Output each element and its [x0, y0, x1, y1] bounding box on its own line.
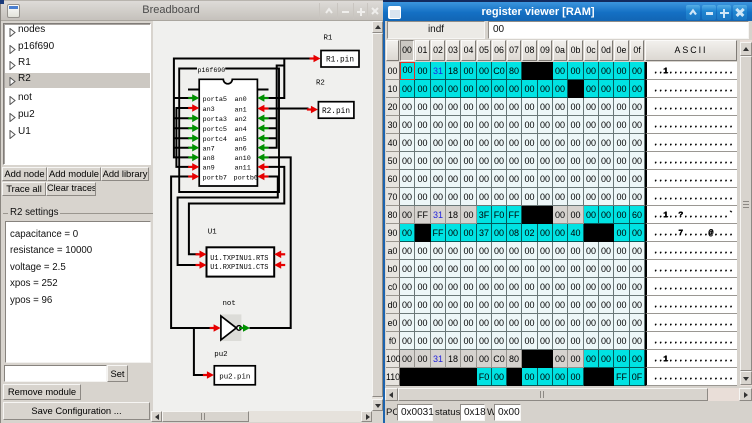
svg-text:U1: U1	[208, 229, 217, 237]
svg-text:an7: an7	[203, 146, 215, 154]
svg-text:an2: an2	[235, 116, 247, 124]
svg-text:R1.pin: R1.pin	[326, 57, 354, 65]
svg-text:porta5: porta5	[203, 96, 227, 104]
svg-text:R1: R1	[324, 34, 333, 42]
svg-text:an4: an4	[235, 126, 247, 134]
svg-text:U1.RTS: U1.RTS	[244, 255, 269, 263]
svg-text:U1.TXPIN: U1.TXPIN	[210, 255, 243, 263]
svg-text:an0: an0	[235, 96, 247, 104]
svg-text:an10: an10	[235, 155, 251, 163]
svg-text:an6: an6	[235, 146, 247, 154]
svg-text:R2: R2	[316, 80, 325, 88]
svg-text:R2.pin: R2.pin	[322, 108, 350, 116]
svg-text:an11: an11	[235, 165, 251, 173]
svg-text:p16f690: p16f690	[198, 67, 226, 74]
svg-text:U1.RXPIN: U1.RXPIN	[210, 264, 243, 272]
svg-text:an8: an8	[203, 155, 215, 163]
svg-text:an3: an3	[203, 106, 215, 114]
svg-text:an5: an5	[235, 136, 247, 144]
svg-text:U1.CTS: U1.CTS	[244, 264, 269, 272]
svg-text:portc5: portc5	[203, 126, 227, 134]
svg-text:an1: an1	[235, 106, 247, 114]
svg-text:portb6: portb6	[234, 174, 258, 182]
svg-text:pu2.pin: pu2.pin	[219, 373, 250, 381]
svg-text:portc4: portc4	[203, 136, 227, 144]
svg-text:an9: an9	[203, 165, 215, 173]
svg-text:porta3: porta3	[203, 116, 227, 124]
svg-text:pu2: pu2	[214, 351, 227, 359]
svg-text:portb7: portb7	[203, 174, 227, 182]
svg-text:not: not	[223, 300, 236, 308]
